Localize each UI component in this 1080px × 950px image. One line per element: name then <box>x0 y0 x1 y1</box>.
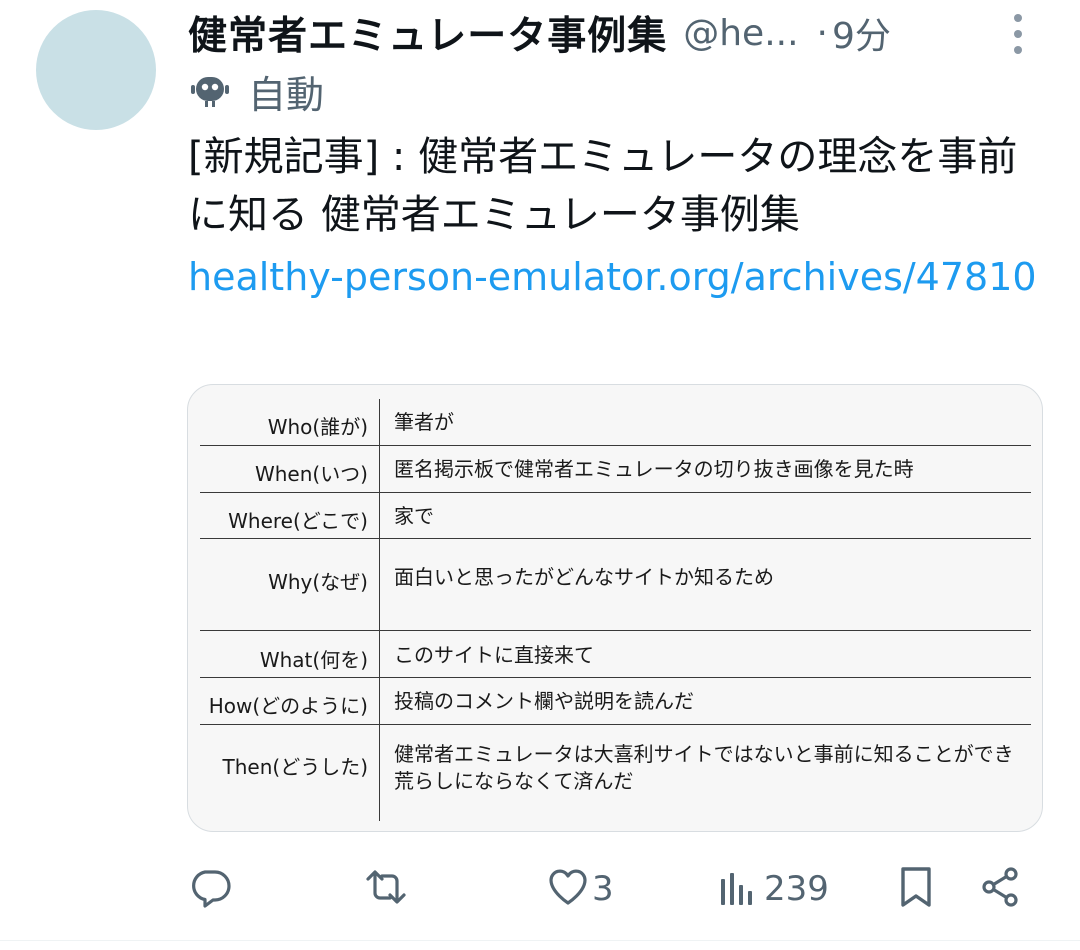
table-row-label: Why(なぜ) <box>268 570 368 594</box>
retweet-button[interactable] <box>364 864 410 914</box>
share-icon <box>978 865 1022 913</box>
table-divider <box>200 630 1031 631</box>
bookmark-button[interactable] <box>894 864 938 914</box>
tweet-header: 健常者エミュレータ事例集 @he... · 9分 <box>188 5 1048 61</box>
views-button[interactable]: 239 <box>718 864 829 914</box>
tweet-actions: 3 239 <box>188 858 1048 918</box>
automated-label: 自動 <box>248 72 325 117</box>
fiveW1H-table: Who(誰が) 筆者が When(いつ) 匿名掲示板で健常者エミュレータの切り抜… <box>188 385 1042 831</box>
table-row-label: Who(誰が) <box>267 415 368 439</box>
table-row-label: Where(どこで) <box>228 509 368 533</box>
bookmark-icon <box>894 865 938 913</box>
views-count: 239 <box>764 869 829 909</box>
reply-icon <box>188 865 232 913</box>
like-count: 3 <box>592 869 614 909</box>
table-vertical-divider <box>379 399 380 821</box>
user-handle[interactable]: @he... <box>683 13 798 54</box>
tweet-time[interactable]: 9分 <box>832 7 891 59</box>
share-button[interactable] <box>978 864 1022 914</box>
robot-icon <box>188 67 232 115</box>
table-row-label: What(何を) <box>259 648 368 672</box>
separator-dot: · <box>816 12 828 54</box>
media-card[interactable]: Who(誰が) 筆者が When(いつ) 匿名掲示板で健常者エミュレータの切り抜… <box>187 384 1043 832</box>
table-row-value: このサイトに直接来て <box>394 643 594 667</box>
automated-label-row: 自動 <box>188 66 325 117</box>
more-vertical-icon[interactable] <box>1006 14 1030 54</box>
like-button[interactable]: 3 <box>546 864 614 914</box>
views-chart-icon <box>718 865 762 913</box>
table-row-label: How(どのように) <box>208 694 368 718</box>
tweet-text: [新規記事] : 健常者エミュレータの理念を事前に知る 健常者エミュレータ事例集 <box>188 134 1018 238</box>
table-divider <box>200 492 1031 493</box>
table-divider <box>200 538 1031 539</box>
divider <box>0 940 1080 941</box>
tweet-link[interactable]: healthy-person-emulator.org/archives/478… <box>188 248 1048 306</box>
table-row-value: 面白いと思ったがどんなサイトか知るため <box>394 565 774 589</box>
table-divider <box>200 724 1031 725</box>
table-row-value: 健常者エミュレータは大喜利サイトではないと事前に知ることができ荒らしにならなくて… <box>394 742 1014 793</box>
retweet-icon <box>364 865 408 913</box>
avatar[interactable] <box>36 10 156 130</box>
table-row-value: 匿名掲示板で健常者エミュレータの切り抜き画像を見た時 <box>394 457 914 481</box>
table-row-value: 筆者が <box>394 410 454 434</box>
heart-icon <box>546 865 590 913</box>
table-row-label: When(いつ) <box>254 462 368 486</box>
table-row-label: Then(どうした) <box>222 755 368 779</box>
table-row-value: 投稿のコメント欄や説明を読んだ <box>394 689 694 713</box>
table-divider <box>200 677 1031 678</box>
table-divider <box>200 445 1031 446</box>
reply-button[interactable] <box>188 864 234 914</box>
display-name[interactable]: 健常者エミュレータ事例集 <box>188 5 667 61</box>
table-row-value: 家で <box>394 504 434 528</box>
